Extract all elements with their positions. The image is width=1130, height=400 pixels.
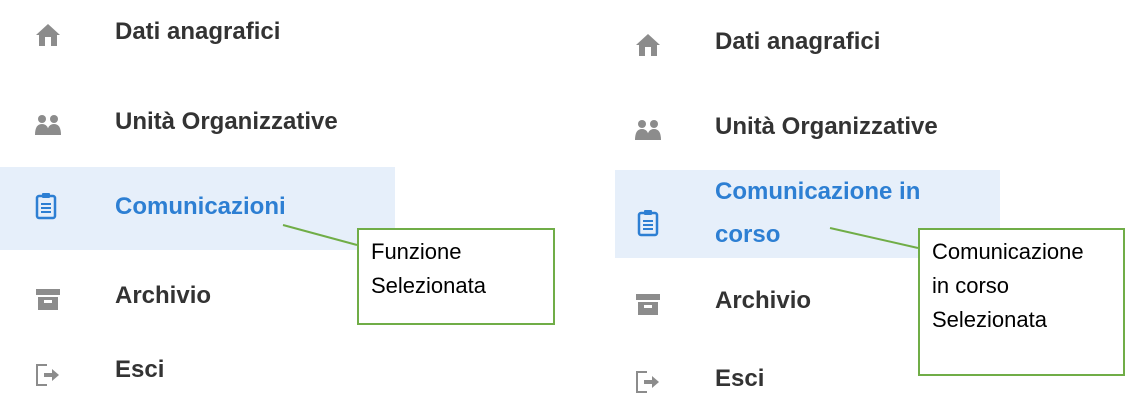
right-callout-box: Comunicazione in corso Selezionata — [918, 228, 1125, 376]
callout-line: Comunicazione — [932, 239, 1084, 264]
menu-item-esci[interactable]: Esci — [0, 350, 395, 400]
archive-icon — [633, 289, 663, 319]
menu-item-label: Dati anagrafici — [715, 28, 881, 55]
menu-item-label: Archivio — [115, 282, 212, 309]
menu-item-label: Esci — [115, 356, 165, 383]
menu-item-unita-organizzative[interactable]: Unità Organizzative — [0, 90, 395, 160]
menu-item-comunicazioni[interactable]: Comunicazioni — [0, 167, 395, 250]
menu-item-unita-organizzative[interactable]: Unità Organizzative — [615, 95, 1000, 165]
users-icon — [33, 110, 63, 140]
menu-item-label: Unità Organizzative — [115, 108, 338, 135]
callout-line: Selezionata — [932, 307, 1047, 332]
menu-item-dati-anagrafici[interactable]: Dati anagrafici — [0, 0, 395, 70]
menu-item-label: Comunicazioni — [115, 193, 286, 220]
callout-line: Funzione — [371, 239, 462, 264]
home-icon — [633, 30, 663, 60]
clipboard-icon — [31, 191, 61, 221]
callout-line: in corso — [932, 273, 1010, 298]
logout-icon — [633, 367, 663, 397]
menu-item-label: Unità Organizzative — [715, 113, 938, 140]
left-callout-box: Funzione Selezionata — [357, 228, 555, 325]
archive-icon — [33, 284, 63, 314]
menu-item-label: Archivio — [715, 287, 812, 314]
menu-item-archivio[interactable]: Archivio — [0, 270, 395, 330]
menu-item-label: Dati anagrafici — [115, 18, 281, 45]
callout-line: Selezionata — [371, 273, 486, 298]
menu-item-label: Esci — [715, 365, 765, 392]
clipboard-icon — [633, 208, 663, 238]
home-icon — [33, 20, 63, 50]
logout-icon — [33, 360, 63, 390]
users-icon — [633, 115, 663, 145]
menu-item-dati-anagrafici[interactable]: Dati anagrafici — [615, 10, 1000, 80]
